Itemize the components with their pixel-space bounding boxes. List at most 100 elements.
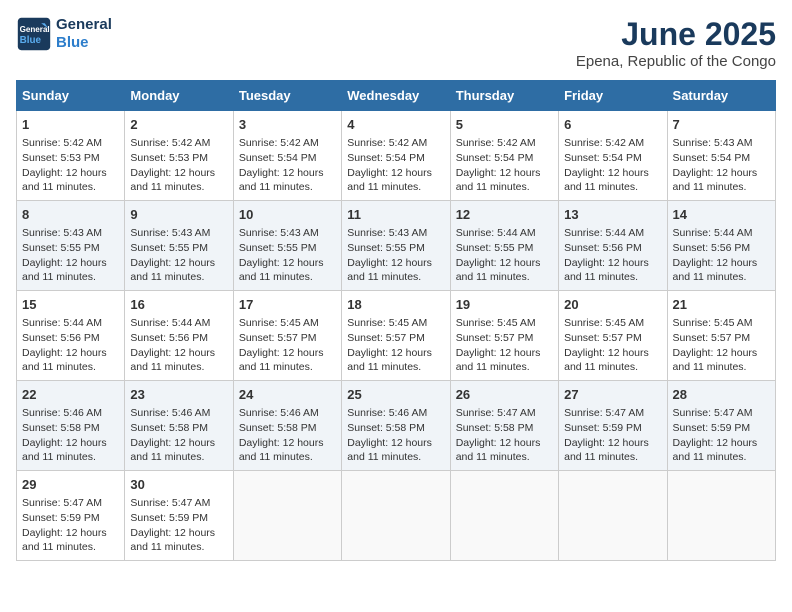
calendar-cell: 13 Sunrise: 5:44 AM Sunset: 5:56 PM Dayl… [559,201,667,291]
logo: General Blue General Blue [16,16,112,52]
day-number: 22 [22,386,119,404]
calendar-cell [450,471,558,561]
day-info: Sunrise: 5:42 AM Sunset: 5:54 PM Dayligh… [564,136,661,195]
svg-text:General: General [20,25,50,34]
day-info: Sunrise: 5:44 AM Sunset: 5:56 PM Dayligh… [130,316,227,375]
col-saturday: Saturday [667,81,775,111]
calendar-cell: 1 Sunrise: 5:42 AM Sunset: 5:53 PM Dayli… [17,111,125,201]
col-thursday: Thursday [450,81,558,111]
calendar-cell: 8 Sunrise: 5:43 AM Sunset: 5:55 PM Dayli… [17,201,125,291]
day-info: Sunrise: 5:46 AM Sunset: 5:58 PM Dayligh… [347,406,444,465]
day-info: Sunrise: 5:43 AM Sunset: 5:55 PM Dayligh… [239,226,336,285]
calendar-cell: 2 Sunrise: 5:42 AM Sunset: 5:53 PM Dayli… [125,111,233,201]
day-number: 21 [673,296,770,314]
day-number: 6 [564,116,661,134]
calendar-cell: 26 Sunrise: 5:47 AM Sunset: 5:58 PM Dayl… [450,381,558,471]
calendar-cell [667,471,775,561]
calendar-cell [559,471,667,561]
logo-line2: Blue [56,34,112,52]
calendar-table: Sunday Monday Tuesday Wednesday Thursday… [16,80,776,561]
location-title: Epena, Republic of the Congo [576,53,776,70]
day-number: 9 [130,206,227,224]
calendar-cell: 29 Sunrise: 5:47 AM Sunset: 5:59 PM Dayl… [17,471,125,561]
day-info: Sunrise: 5:43 AM Sunset: 5:55 PM Dayligh… [130,226,227,285]
calendar-cell: 14 Sunrise: 5:44 AM Sunset: 5:56 PM Dayl… [667,201,775,291]
calendar-row: 8 Sunrise: 5:43 AM Sunset: 5:55 PM Dayli… [17,201,776,291]
day-info: Sunrise: 5:47 AM Sunset: 5:59 PM Dayligh… [673,406,770,465]
day-info: Sunrise: 5:47 AM Sunset: 5:59 PM Dayligh… [22,496,119,555]
day-number: 18 [347,296,444,314]
day-info: Sunrise: 5:44 AM Sunset: 5:56 PM Dayligh… [22,316,119,375]
day-info: Sunrise: 5:43 AM Sunset: 5:55 PM Dayligh… [22,226,119,285]
col-sunday: Sunday [17,81,125,111]
calendar-cell: 25 Sunrise: 5:46 AM Sunset: 5:58 PM Dayl… [342,381,450,471]
day-number: 3 [239,116,336,134]
day-number: 25 [347,386,444,404]
calendar-cell [342,471,450,561]
day-number: 17 [239,296,336,314]
col-wednesday: Wednesday [342,81,450,111]
calendar-row: 15 Sunrise: 5:44 AM Sunset: 5:56 PM Dayl… [17,291,776,381]
calendar-cell: 23 Sunrise: 5:46 AM Sunset: 5:58 PM Dayl… [125,381,233,471]
calendar-row: 22 Sunrise: 5:46 AM Sunset: 5:58 PM Dayl… [17,381,776,471]
day-info: Sunrise: 5:45 AM Sunset: 5:57 PM Dayligh… [347,316,444,375]
logo-text: General Blue [56,16,112,52]
calendar-header: Sunday Monday Tuesday Wednesday Thursday… [17,81,776,111]
col-friday: Friday [559,81,667,111]
calendar-row: 29 Sunrise: 5:47 AM Sunset: 5:59 PM Dayl… [17,471,776,561]
col-tuesday: Tuesday [233,81,341,111]
logo-icon: General Blue [16,16,52,52]
day-number: 8 [22,206,119,224]
day-info: Sunrise: 5:46 AM Sunset: 5:58 PM Dayligh… [130,406,227,465]
calendar-cell: 28 Sunrise: 5:47 AM Sunset: 5:59 PM Dayl… [667,381,775,471]
day-info: Sunrise: 5:43 AM Sunset: 5:54 PM Dayligh… [673,136,770,195]
calendar-cell: 3 Sunrise: 5:42 AM Sunset: 5:54 PM Dayli… [233,111,341,201]
calendar-cell: 7 Sunrise: 5:43 AM Sunset: 5:54 PM Dayli… [667,111,775,201]
calendar-row: 1 Sunrise: 5:42 AM Sunset: 5:53 PM Dayli… [17,111,776,201]
calendar-cell: 17 Sunrise: 5:45 AM Sunset: 5:57 PM Dayl… [233,291,341,381]
day-info: Sunrise: 5:42 AM Sunset: 5:54 PM Dayligh… [347,136,444,195]
calendar-cell: 12 Sunrise: 5:44 AM Sunset: 5:55 PM Dayl… [450,201,558,291]
day-info: Sunrise: 5:43 AM Sunset: 5:55 PM Dayligh… [347,226,444,285]
day-number: 5 [456,116,553,134]
title-area: June 2025 Epena, Republic of the Congo [576,16,776,70]
day-number: 4 [347,116,444,134]
calendar-cell: 18 Sunrise: 5:45 AM Sunset: 5:57 PM Dayl… [342,291,450,381]
day-number: 29 [22,476,119,494]
day-number: 12 [456,206,553,224]
day-number: 19 [456,296,553,314]
calendar-cell: 21 Sunrise: 5:45 AM Sunset: 5:57 PM Dayl… [667,291,775,381]
day-number: 24 [239,386,336,404]
logo-line1: General [56,16,112,33]
day-info: Sunrise: 5:45 AM Sunset: 5:57 PM Dayligh… [564,316,661,375]
svg-text:Blue: Blue [20,35,42,46]
day-info: Sunrise: 5:42 AM Sunset: 5:53 PM Dayligh… [130,136,227,195]
calendar-cell: 4 Sunrise: 5:42 AM Sunset: 5:54 PM Dayli… [342,111,450,201]
calendar-body: 1 Sunrise: 5:42 AM Sunset: 5:53 PM Dayli… [17,111,776,561]
day-info: Sunrise: 5:44 AM Sunset: 5:55 PM Dayligh… [456,226,553,285]
calendar-cell: 9 Sunrise: 5:43 AM Sunset: 5:55 PM Dayli… [125,201,233,291]
day-number: 10 [239,206,336,224]
day-number: 13 [564,206,661,224]
day-info: Sunrise: 5:42 AM Sunset: 5:54 PM Dayligh… [456,136,553,195]
day-number: 15 [22,296,119,314]
day-number: 16 [130,296,227,314]
calendar-cell: 22 Sunrise: 5:46 AM Sunset: 5:58 PM Dayl… [17,381,125,471]
day-number: 28 [673,386,770,404]
calendar-cell: 16 Sunrise: 5:44 AM Sunset: 5:56 PM Dayl… [125,291,233,381]
day-info: Sunrise: 5:47 AM Sunset: 5:59 PM Dayligh… [130,496,227,555]
day-info: Sunrise: 5:45 AM Sunset: 5:57 PM Dayligh… [456,316,553,375]
calendar-cell: 30 Sunrise: 5:47 AM Sunset: 5:59 PM Dayl… [125,471,233,561]
day-number: 2 [130,116,227,134]
day-info: Sunrise: 5:46 AM Sunset: 5:58 PM Dayligh… [22,406,119,465]
day-info: Sunrise: 5:46 AM Sunset: 5:58 PM Dayligh… [239,406,336,465]
day-number: 23 [130,386,227,404]
day-info: Sunrise: 5:47 AM Sunset: 5:59 PM Dayligh… [564,406,661,465]
day-number: 20 [564,296,661,314]
calendar-cell: 11 Sunrise: 5:43 AM Sunset: 5:55 PM Dayl… [342,201,450,291]
day-number: 11 [347,206,444,224]
day-info: Sunrise: 5:45 AM Sunset: 5:57 PM Dayligh… [673,316,770,375]
calendar-cell: 20 Sunrise: 5:45 AM Sunset: 5:57 PM Dayl… [559,291,667,381]
day-number: 27 [564,386,661,404]
day-number: 26 [456,386,553,404]
